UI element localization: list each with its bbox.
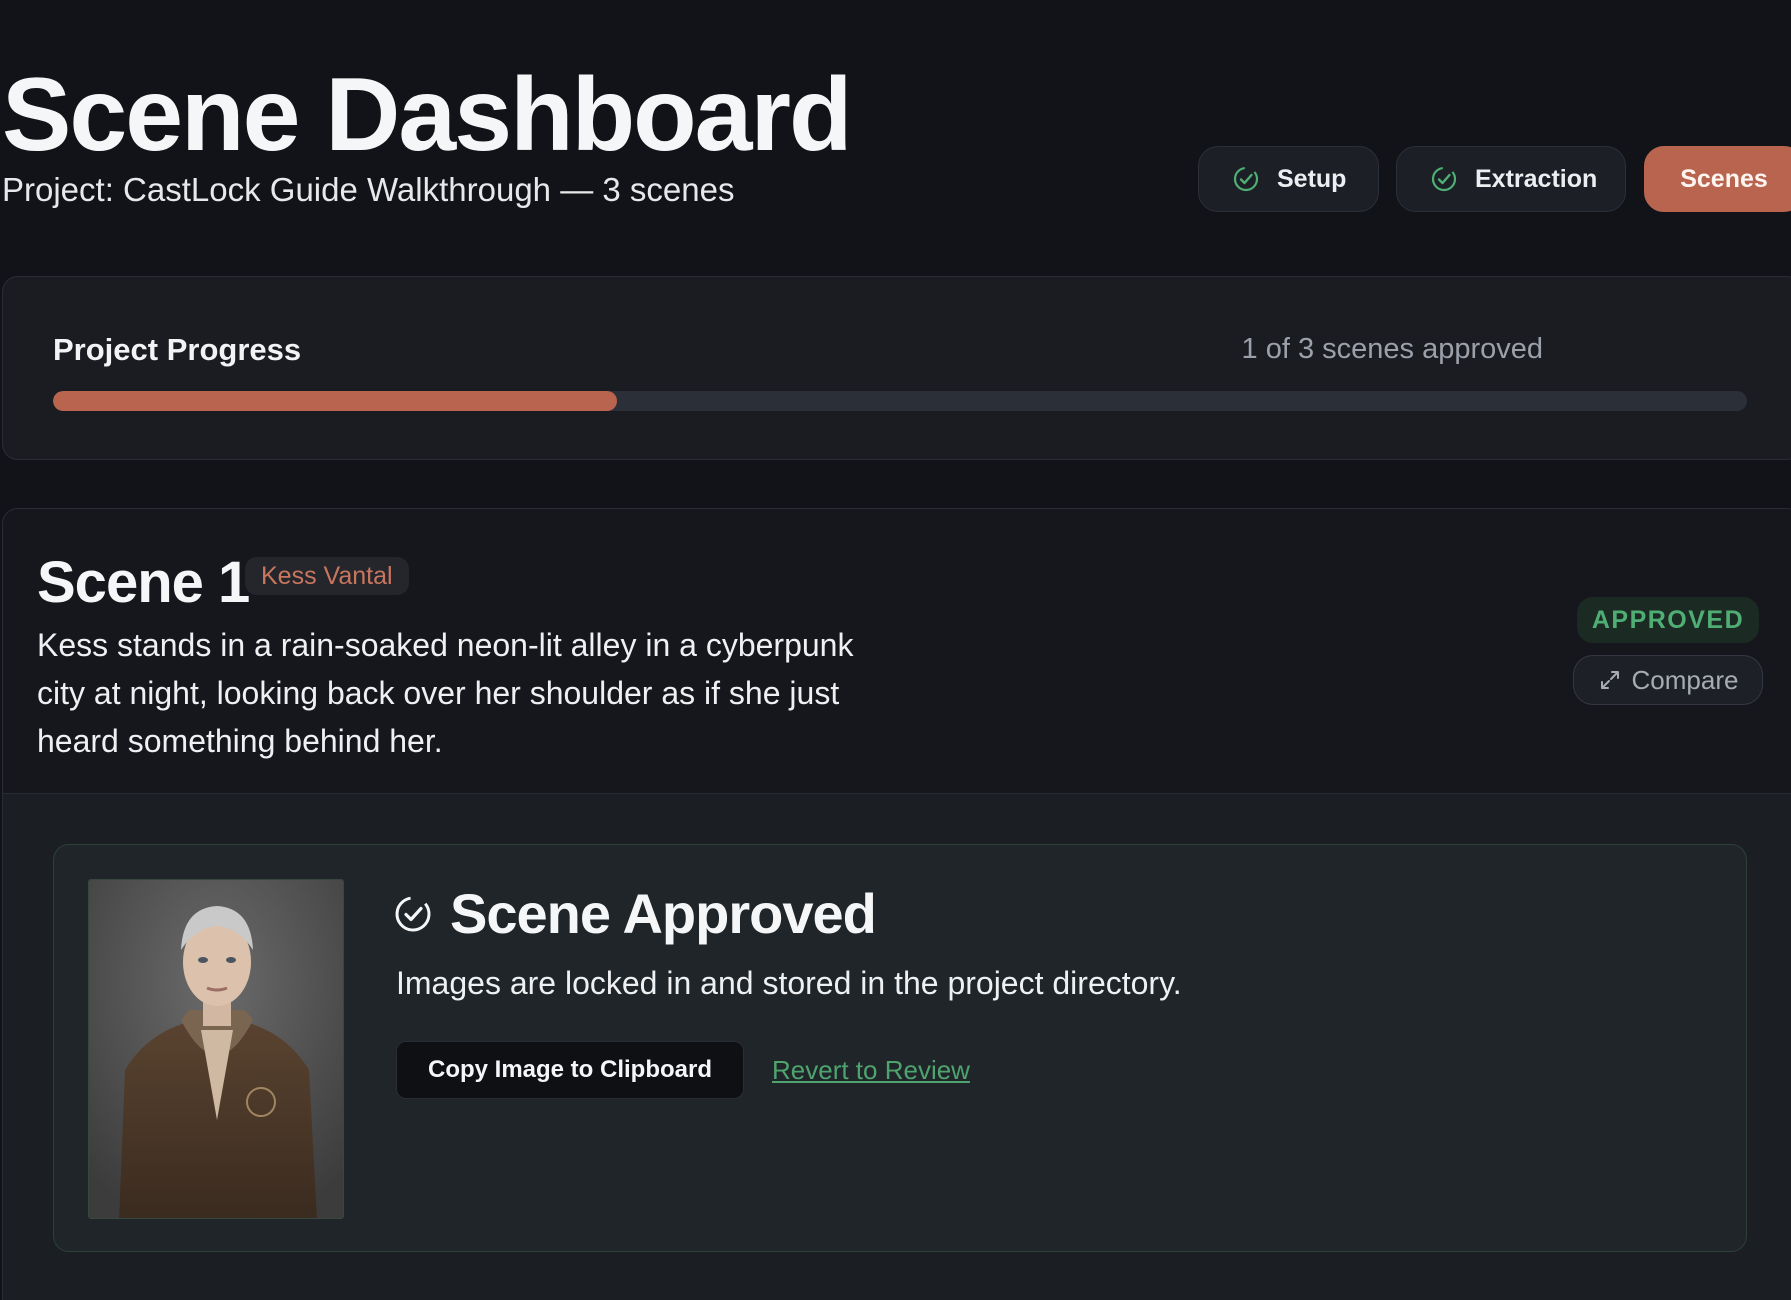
- compare-button[interactable]: Compare: [1573, 655, 1763, 705]
- progress-count: 1 of 3 scenes approved: [1241, 333, 1543, 365]
- check-circle-icon: [1429, 164, 1459, 194]
- step-extraction-label: Extraction: [1475, 164, 1598, 193]
- check-circle-icon: [1231, 164, 1261, 194]
- scene-approved-panel: Scene Approved Images are locked in and …: [53, 844, 1747, 1252]
- page-title: Scene Dashboard: [2, 57, 853, 173]
- scene-title: Scene 1: [37, 550, 250, 615]
- scene-dashboard-page: Scene Dashboard Project: CastLock Guide …: [0, 0, 1791, 1300]
- project-progress-card: Project Progress 1 of 3 scenes approved: [2, 276, 1791, 460]
- copy-image-button[interactable]: Copy Image to Clipboard: [396, 1041, 744, 1099]
- scene-description: Kess stands in a rain-soaked neon-lit al…: [37, 627, 854, 759]
- check-circle-icon: [392, 893, 434, 935]
- expand-icon: [1598, 668, 1622, 692]
- revert-to-review-link[interactable]: Revert to Review: [772, 1055, 970, 1086]
- scene-body: Scene Approved Images are locked in and …: [3, 793, 1791, 1300]
- approved-message: Images are locked in and stored in the p…: [396, 965, 1182, 1001]
- step-setup-button[interactable]: Setup: [1198, 146, 1379, 212]
- progress-bar-fill: [53, 391, 618, 411]
- page-subtitle: Project: CastLock Guide Walkthrough — 3 …: [2, 171, 735, 208]
- scene-card: Scene 1 Kess Vantal Kess stands in a rai…: [2, 508, 1791, 1300]
- character-badge: Kess Vantal: [245, 557, 409, 595]
- progress-title: Project Progress: [53, 332, 302, 367]
- approved-title-text: Scene Approved: [450, 882, 877, 945]
- approved-title: Scene Approved: [392, 881, 877, 946]
- scene-image-thumbnail[interactable]: [88, 879, 344, 1219]
- progress-bar: [53, 391, 1747, 411]
- status-badge: APPROVED: [1577, 597, 1759, 643]
- scene-header: Scene 1 Kess Vantal Kess stands in a rai…: [3, 509, 1791, 793]
- step-extraction-button[interactable]: Extraction: [1396, 146, 1626, 212]
- compare-label: Compare: [1631, 664, 1739, 695]
- step-scenes-label: Scenes: [1680, 164, 1768, 193]
- step-setup-label: Setup: [1277, 164, 1347, 193]
- step-scenes-button[interactable]: Scenes: [1644, 146, 1791, 212]
